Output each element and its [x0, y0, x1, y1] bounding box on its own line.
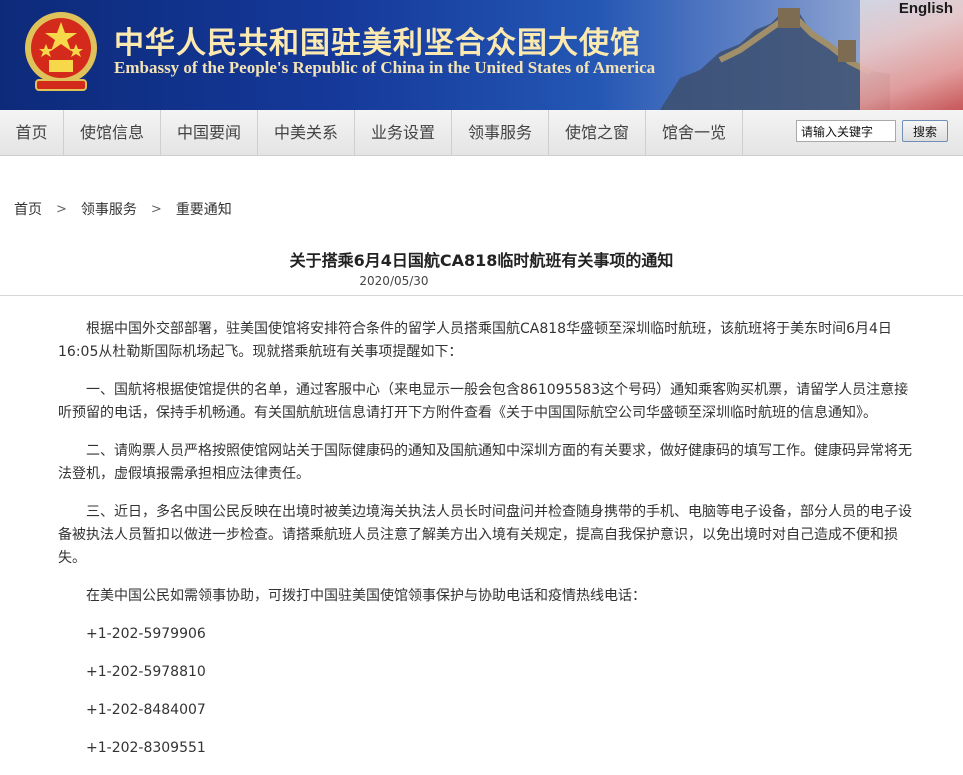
- nav-item-china-news[interactable]: 中国要闻: [161, 110, 258, 156]
- nav-item-embassy-info[interactable]: 使馆信息: [64, 110, 161, 156]
- breadcrumb-home[interactable]: 首页: [14, 199, 42, 219]
- breadcrumb: 首页 > 领事服务 > 重要通知: [14, 199, 232, 219]
- phone-number: +1-202-8484007: [86, 702, 206, 718]
- english-language-link[interactable]: English: [899, 0, 953, 17]
- article-date: 2020/05/30: [359, 274, 429, 288]
- article-title: 关于搭乘6月4日国航CA818临时航班有关事项的通知: [289, 251, 674, 270]
- nav-item-china-us-relations[interactable]: 中美关系: [258, 110, 355, 156]
- breadcrumb-notices[interactable]: 重要通知: [176, 199, 232, 219]
- paragraph: 一、国航将根据使馆提供的名单，通过客服中心（来电显示一般会包含861095583…: [58, 382, 909, 421]
- paragraph: 二、请购票人员严格按照使馆网站关于国际健康码的通知及国航通知中深圳方面的有关要求…: [58, 443, 912, 482]
- breadcrumb-consular[interactable]: 领事服务: [81, 199, 137, 219]
- site-title-cn: 中华人民共和国驻美利坚合众国大使馆: [114, 26, 641, 61]
- search-input[interactable]: [796, 120, 896, 142]
- nav-item-services[interactable]: 业务设置: [355, 110, 452, 156]
- article-content: 根据中国外交部部署，驻美国使馆将安排符合条件的留学人员搭乘国航CA818华盛顿至…: [58, 318, 918, 775]
- nav-item-consular[interactable]: 领事服务: [452, 110, 549, 156]
- paragraph: 在美中国公民如需领事协助，可拨打中国驻美国使馆领事保护与协助电话和疫情热线电话：: [86, 588, 646, 604]
- divider: [0, 295, 963, 296]
- search-button[interactable]: 搜索: [902, 120, 948, 142]
- phone-number: +1-202-5979906: [86, 626, 206, 642]
- header-banner: 中华人民共和国驻美利坚合众国大使馆 Embassy of the People'…: [0, 0, 963, 110]
- nav-item-buildings[interactable]: 馆舍一览: [646, 110, 743, 156]
- paragraph: 根据中国外交部部署，驻美国使馆将安排符合条件的留学人员搭乘国航CA818华盛顿至…: [58, 321, 892, 360]
- search-bar: 搜索: [796, 120, 948, 142]
- chevron-right-icon: >: [150, 201, 162, 217]
- chevron-right-icon: >: [56, 201, 67, 217]
- main-nav: 首页 使馆信息 中国要闻 中美关系 业务设置 领事服务 使馆之窗 馆舍一览 搜索: [0, 110, 963, 156]
- phone-number: +1-202-5978810: [86, 664, 206, 680]
- site-title-en: Embassy of the People's Republic of Chin…: [114, 58, 656, 77]
- national-emblem-icon: [25, 12, 97, 91]
- great-wall-image: [660, 8, 890, 110]
- nav-item-embassy-window[interactable]: 使馆之窗: [549, 110, 646, 156]
- nav-item-home[interactable]: 首页: [0, 110, 64, 156]
- paragraph: 三、近日，多名中国公民反映在出境时被美边境海关执法人员长时间盘问并检查随身携带的…: [58, 504, 912, 566]
